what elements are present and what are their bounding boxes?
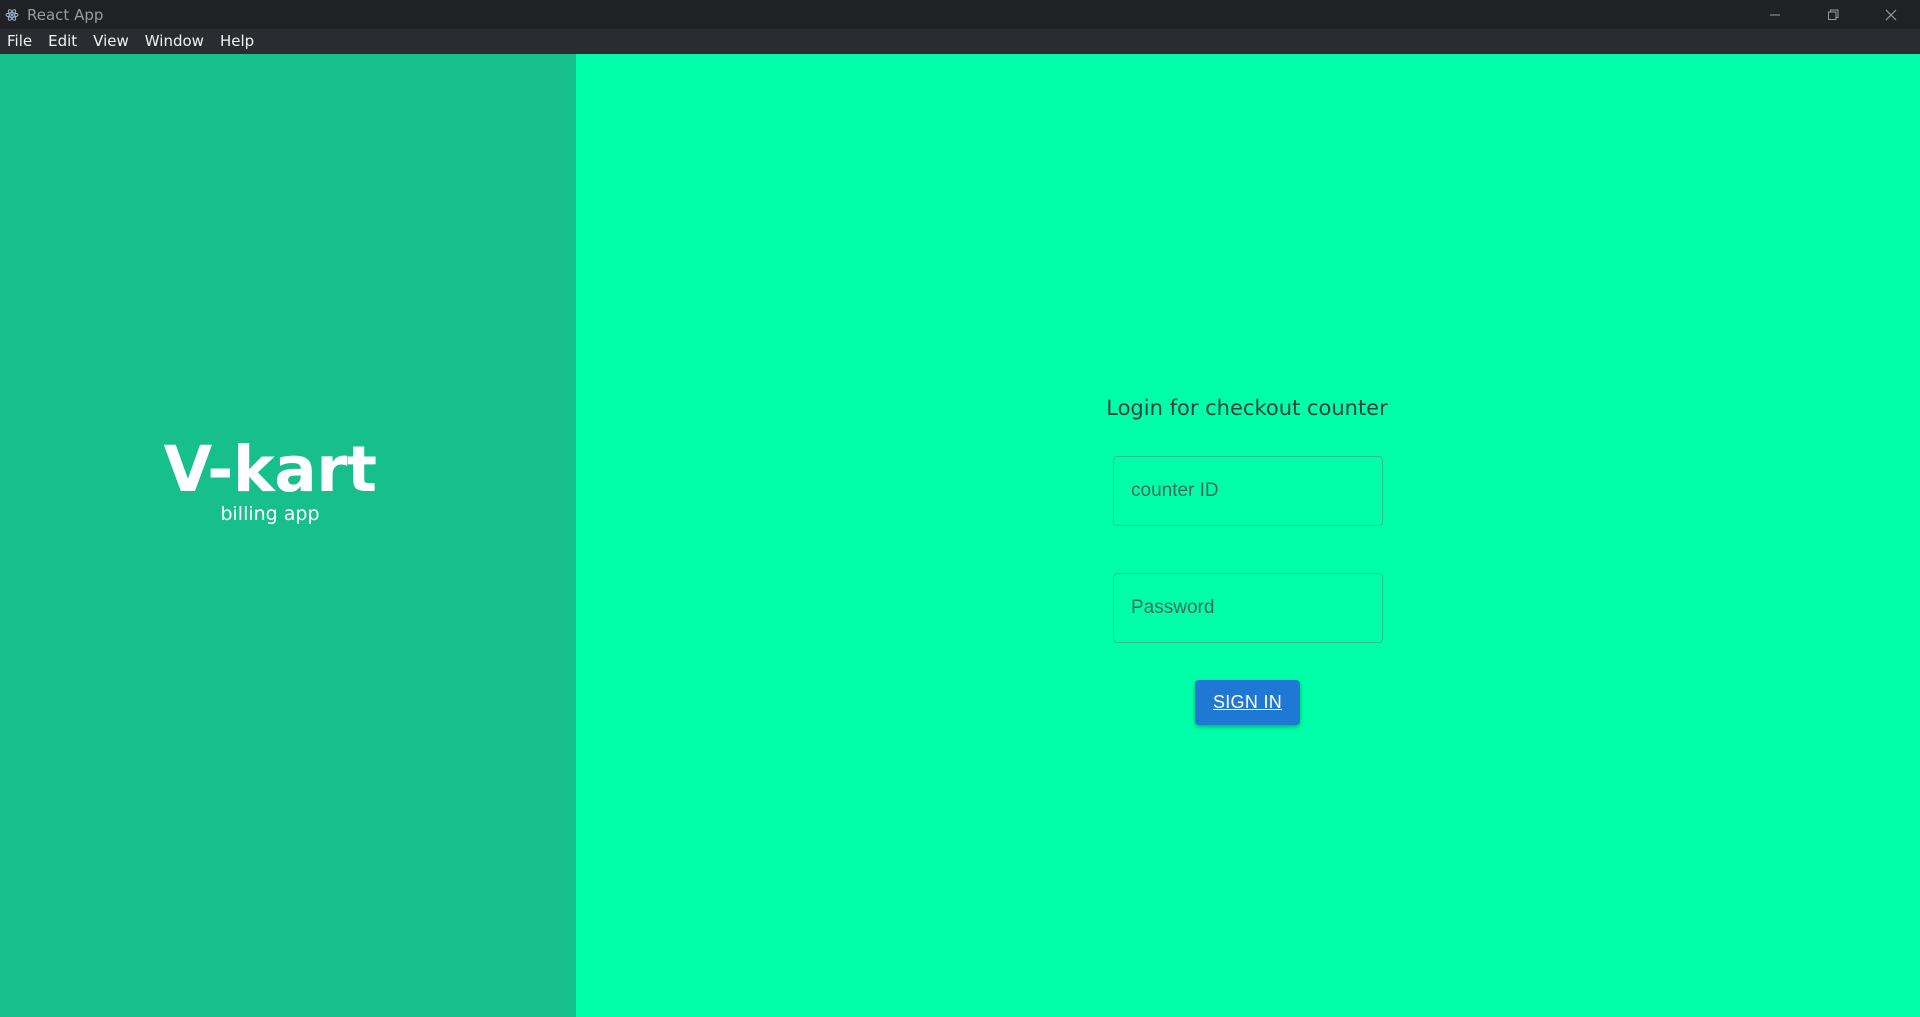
brand-panel <box>0 54 576 1017</box>
brand-title: V-kart <box>163 433 377 506</box>
menu-file[interactable]: File <box>0 29 40 54</box>
menu-window[interactable]: Window <box>137 29 212 54</box>
login-panel <box>576 54 1920 1017</box>
menu-edit[interactable]: Edit <box>40 29 85 54</box>
minimize-icon[interactable] <box>1746 0 1804 29</box>
menu-bar: File Edit View Window Help <box>0 29 1920 54</box>
restore-icon[interactable] <box>1804 0 1862 29</box>
window-controls <box>1746 0 1920 29</box>
counter-id-field <box>1113 456 1383 526</box>
login-heading: Login for checkout counter <box>1106 396 1388 420</box>
electron-atom-icon <box>4 7 20 23</box>
brand-tagline: billing app <box>220 503 320 525</box>
window-title: React App <box>27 5 104 24</box>
menu-view[interactable]: View <box>85 29 137 54</box>
password-input[interactable] <box>1114 574 1382 642</box>
password-field <box>1113 573 1383 643</box>
menu-help[interactable]: Help <box>212 29 262 54</box>
window-titlebar: React App <box>0 0 1920 29</box>
close-icon[interactable] <box>1862 0 1920 29</box>
counter-id-input[interactable] <box>1114 457 1382 525</box>
sign-in-button[interactable]: SIGN IN <box>1195 680 1300 725</box>
